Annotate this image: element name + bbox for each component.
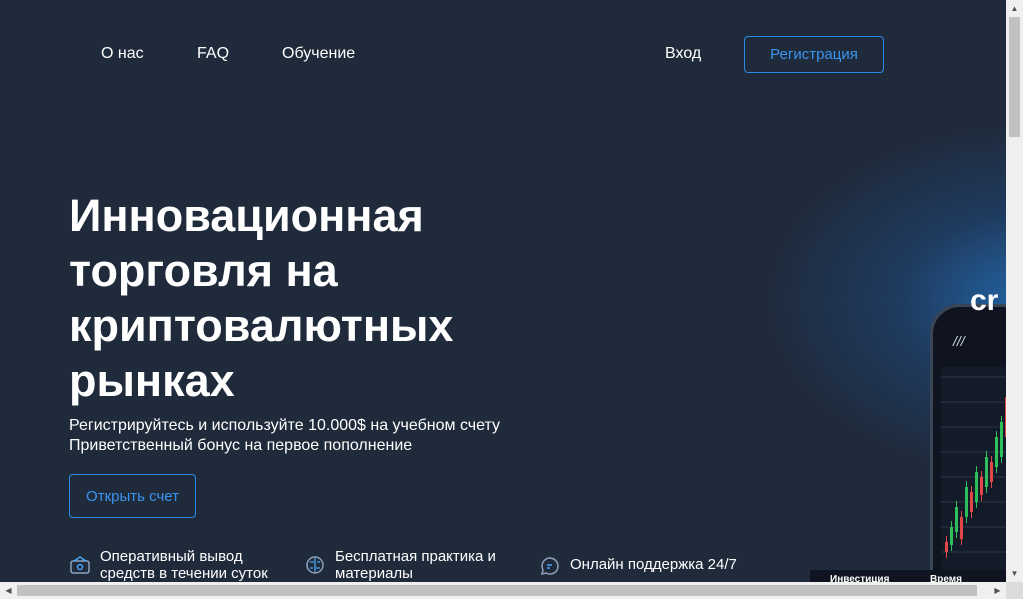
candle-body: [1000, 422, 1003, 457]
nav-faq[interactable]: FAQ: [197, 45, 229, 63]
feature-practice: Бесплатная практика и материалы: [304, 548, 496, 582]
horizontal-scrollbar[interactable]: ◀ ▶: [0, 582, 1006, 599]
candle-body: [960, 517, 963, 539]
scrollbar-corner: [1006, 582, 1023, 599]
vertical-scroll-thumb[interactable]: [1009, 17, 1020, 137]
login-link[interactable]: Вход: [665, 45, 701, 63]
candle-body: [970, 492, 973, 512]
candle-body: [945, 542, 948, 552]
feature-practice-line2: материалы: [335, 565, 413, 582]
candle-body: [975, 472, 978, 502]
candle-body: [985, 457, 988, 487]
candle-body: [955, 507, 958, 532]
feature-withdraw-line2: средств в течении суток: [100, 565, 268, 582]
phone-mockup: [930, 304, 1006, 582]
scroll-left-arrow-icon[interactable]: ◀: [0, 582, 17, 599]
phone-logo: cr: [970, 284, 999, 317]
vertical-scrollbar[interactable]: ▲ ▼: [1006, 0, 1023, 582]
candle-body: [990, 462, 993, 482]
open-account-button[interactable]: Открыть счет: [69, 474, 196, 518]
feature-withdraw: Оперативный вывод средств в течении суто…: [69, 548, 268, 582]
candle-body: [995, 437, 998, 467]
register-button[interactable]: Регистрация: [744, 36, 884, 73]
page: О нас FAQ Обучение Вход Регистрация Инно…: [0, 0, 1006, 582]
feature-withdraw-line1: Оперативный вывод: [100, 548, 243, 565]
phone-screen: [941, 367, 1006, 582]
phone-tab-invest[interactable]: Инвестиция: [830, 574, 889, 582]
candle-body: [980, 477, 983, 495]
phone-tab-time[interactable]: Время: [930, 574, 962, 582]
hero-title: Инновационная торговля на криптовалютных…: [69, 190, 454, 406]
candle-body: [950, 527, 953, 545]
nav-learning[interactable]: Обучение: [282, 45, 355, 63]
feature-practice-line1: Бесплатная практика и: [335, 548, 496, 565]
feature-support: Онлайн поддержка 24/7: [539, 555, 737, 577]
horizontal-scroll-thumb[interactable]: [17, 585, 977, 596]
scroll-right-arrow-icon[interactable]: ▶: [989, 582, 1006, 599]
hero-subtitle-demo: Регистрируйтесь и используйте 10.000$ на…: [69, 417, 500, 434]
candle-body: [965, 487, 968, 517]
withdraw-icon: [69, 554, 91, 576]
feature-support-line1: Онлайн поддержка 24/7: [570, 556, 737, 573]
nav-about[interactable]: О нас: [101, 45, 144, 63]
chat-icon: [539, 555, 561, 577]
brain-icon: [304, 554, 326, 576]
phone-bottom-bar: Инвестиция Время: [810, 570, 1006, 582]
scroll-up-arrow-icon[interactable]: ▲: [1006, 0, 1023, 17]
hero-subtitle-bonus: Приветственный бонус на первое пополнени…: [69, 437, 413, 454]
candlestick-chart: [941, 376, 1006, 558]
scroll-down-arrow-icon[interactable]: ▼: [1006, 565, 1023, 582]
phone-menu-icon[interactable]: ///: [953, 333, 965, 349]
